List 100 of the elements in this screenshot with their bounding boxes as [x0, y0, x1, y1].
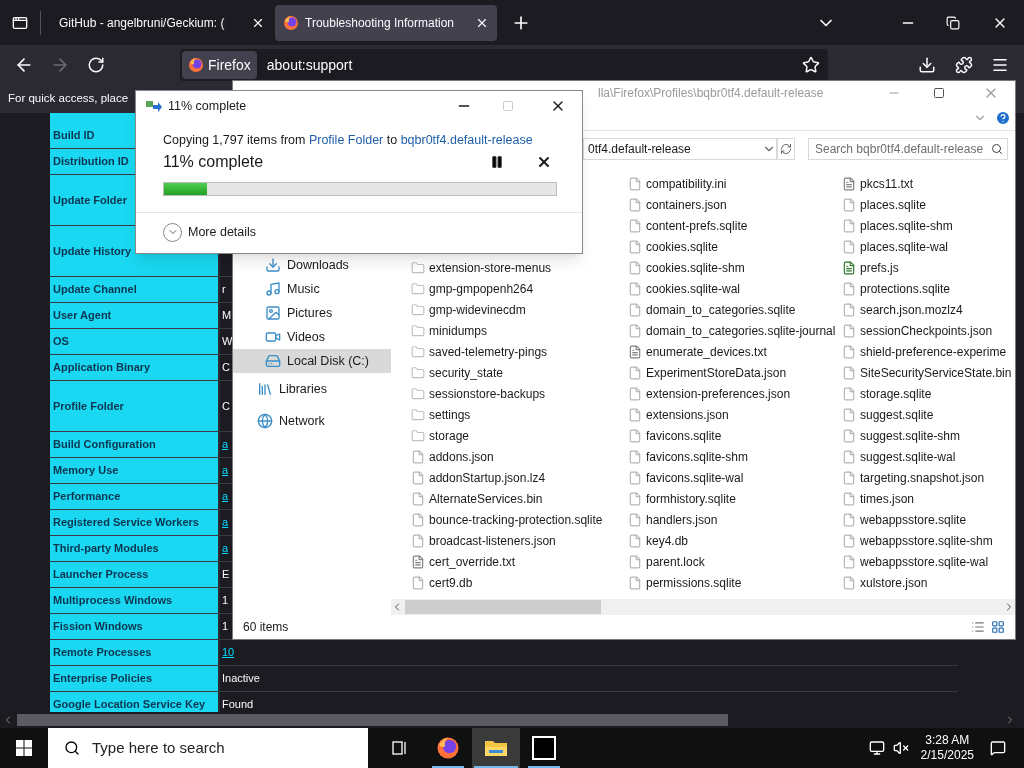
- file-item[interactable]: gmp-gmpopenh264: [411, 278, 628, 299]
- value-link[interactable]: a: [222, 462, 229, 479]
- search-field[interactable]: Search bqbr0tf4.default-release: [808, 138, 1008, 160]
- file-item[interactable]: xulstore.json: [842, 572, 1012, 593]
- folder-link[interactable]: bqbr0tf4.default-release: [400, 133, 533, 147]
- address-field[interactable]: 0tf4.default-release: [583, 138, 777, 160]
- file-item[interactable]: favicons.sqlite-shm: [628, 446, 842, 467]
- file-item[interactable]: ExperimentStoreData.json: [628, 362, 842, 383]
- file-item[interactable]: suggest.sqlite-wal: [842, 446, 1012, 467]
- file-item[interactable]: domain_to_categories.sqlite-journal: [628, 320, 842, 341]
- help-icon[interactable]: [995, 109, 1011, 126]
- file-item[interactable]: bounce-tracking-protection.sqlite: [411, 509, 628, 530]
- file-item[interactable]: storage.sqlite: [842, 383, 1012, 404]
- file-item[interactable]: places.sqlite: [842, 194, 1012, 215]
- file-item[interactable]: compatibility.ini: [628, 173, 842, 194]
- value-link[interactable]: 10: [222, 644, 235, 661]
- restore-icon[interactable]: [946, 15, 960, 30]
- volume-muted-icon[interactable]: [892, 740, 909, 756]
- file-item[interactable]: extension-preferences.json: [628, 383, 842, 404]
- file-item[interactable]: extensions.json: [628, 404, 842, 425]
- details-view-icon[interactable]: [971, 620, 985, 634]
- file-item[interactable]: gmp-widevinecdm: [411, 299, 628, 320]
- file-item[interactable]: security_state: [411, 362, 628, 383]
- download-icon[interactable]: [918, 56, 936, 74]
- file-item[interactable]: webappsstore.sqlite-shm: [842, 530, 1012, 551]
- file-item[interactable]: SiteSecurityServiceState.bin: [842, 362, 1012, 383]
- folder-link[interactable]: Profile Folder: [308, 133, 384, 147]
- notifications-icon[interactable]: [990, 740, 1006, 756]
- file-item[interactable]: handlers.json: [628, 509, 842, 530]
- value-link[interactable]: a: [222, 436, 229, 453]
- file-item[interactable]: broadcast-listeners.json: [411, 530, 628, 551]
- file-item[interactable]: suggest.sqlite-shm: [842, 425, 1012, 446]
- horizontal-scrollbar[interactable]: [391, 599, 1015, 615]
- file-item[interactable]: cookies.sqlite-shm: [628, 257, 842, 278]
- value-link[interactable]: a: [222, 488, 229, 505]
- reload-icon[interactable]: [87, 56, 105, 74]
- thumbnails-view-icon[interactable]: [991, 620, 1005, 634]
- file-item[interactable]: cookies.sqlite-wal: [628, 278, 842, 299]
- nav-item[interactable]: Videos: [233, 325, 391, 349]
- clock-time[interactable]: 3:28 AM: [925, 733, 970, 748]
- file-item[interactable]: addonStartup.json.lz4: [411, 467, 628, 488]
- file-item[interactable]: times.json: [842, 488, 1012, 509]
- file-item[interactable]: cert_override.txt: [411, 551, 628, 572]
- value-link[interactable]: a: [222, 540, 229, 557]
- file-item[interactable]: cert9.db: [411, 572, 628, 593]
- scroll-thumb[interactable]: [17, 714, 728, 726]
- refresh-icon[interactable]: [780, 143, 792, 155]
- file-item[interactable]: sessionstore-backups: [411, 383, 628, 404]
- file-item[interactable]: saved-telemetry-pings: [411, 341, 628, 362]
- windows-start-icon[interactable]: [16, 740, 32, 756]
- file-item[interactable]: places.sqlite-shm: [842, 215, 1012, 236]
- browser-tab[interactable]: Troubleshooting Information: [275, 4, 497, 41]
- file-item[interactable]: content-prefs.sqlite: [628, 215, 842, 236]
- file-item[interactable]: addons.json: [411, 446, 628, 467]
- network-icon[interactable]: [868, 740, 885, 756]
- file-item[interactable]: suggest.sqlite: [842, 404, 1012, 425]
- nav-item[interactable]: Local Disk (C:): [233, 349, 391, 373]
- file-item[interactable]: settings: [411, 404, 628, 425]
- file-item[interactable]: webappsstore.sqlite-wal: [842, 551, 1012, 572]
- file-item[interactable]: targeting.snapshot.json: [842, 467, 1012, 488]
- file-item[interactable]: protections.sqlite: [842, 278, 1012, 299]
- tab-list-icon[interactable]: [12, 14, 28, 31]
- taskbar-search-field[interactable]: Type here to search: [48, 728, 368, 768]
- file-item[interactable]: cookies.sqlite: [628, 236, 842, 257]
- clock-date[interactable]: 2/15/2025: [920, 748, 974, 763]
- extensions-icon[interactable]: [955, 56, 973, 74]
- file-item[interactable]: webappsstore.sqlite: [842, 509, 1012, 530]
- archive-app-icon[interactable]: [532, 736, 556, 760]
- file-item[interactable]: prefs.js: [842, 257, 1012, 278]
- file-item[interactable]: pkcs11.txt: [842, 173, 1012, 194]
- file-item[interactable]: places.sqlite-wal: [842, 236, 1012, 257]
- file-item[interactable]: favicons.sqlite: [628, 425, 842, 446]
- file-item[interactable]: permissions.sqlite: [628, 572, 842, 593]
- file-item[interactable]: domain_to_categories.sqlite: [628, 299, 842, 320]
- bookmark-star-icon[interactable]: [802, 56, 820, 74]
- file-item[interactable]: formhistory.sqlite: [628, 488, 842, 509]
- file-item[interactable]: extension-store-menus: [411, 257, 628, 278]
- nav-item[interactable]: Libraries: [233, 373, 391, 405]
- scroll-thumb[interactable]: [405, 600, 601, 614]
- taskbar-app[interactable]: [472, 728, 520, 768]
- file-item[interactable]: shield-preference-experime: [842, 341, 1012, 362]
- file-item[interactable]: search.json.mozlz4: [842, 299, 1012, 320]
- menu-icon[interactable]: [991, 56, 1009, 74]
- nav-item[interactable]: Network: [233, 405, 391, 437]
- browser-tab[interactable]: GitHub - angelbruni/Geckium: (: [51, 4, 273, 41]
- file-item[interactable]: enumerate_devices.txt: [628, 341, 842, 362]
- nav-item[interactable]: Pictures: [233, 301, 391, 325]
- file-item[interactable]: minidumps: [411, 320, 628, 341]
- nav-item[interactable]: Music: [233, 277, 391, 301]
- file-item[interactable]: storage: [411, 425, 628, 446]
- folder-icon[interactable]: [484, 738, 508, 758]
- nav-item[interactable]: Downloads: [233, 253, 391, 277]
- file-item[interactable]: key4.db: [628, 530, 842, 551]
- file-item[interactable]: containers.json: [628, 194, 842, 215]
- file-item[interactable]: parent.lock: [628, 551, 842, 572]
- file-item[interactable]: AlternateServices.bin: [411, 488, 628, 509]
- task-view-icon[interactable]: [392, 740, 408, 756]
- value-link[interactable]: a: [222, 514, 229, 531]
- maximize-icon[interactable]: [933, 87, 945, 99]
- file-item[interactable]: favicons.sqlite-wal: [628, 467, 842, 488]
